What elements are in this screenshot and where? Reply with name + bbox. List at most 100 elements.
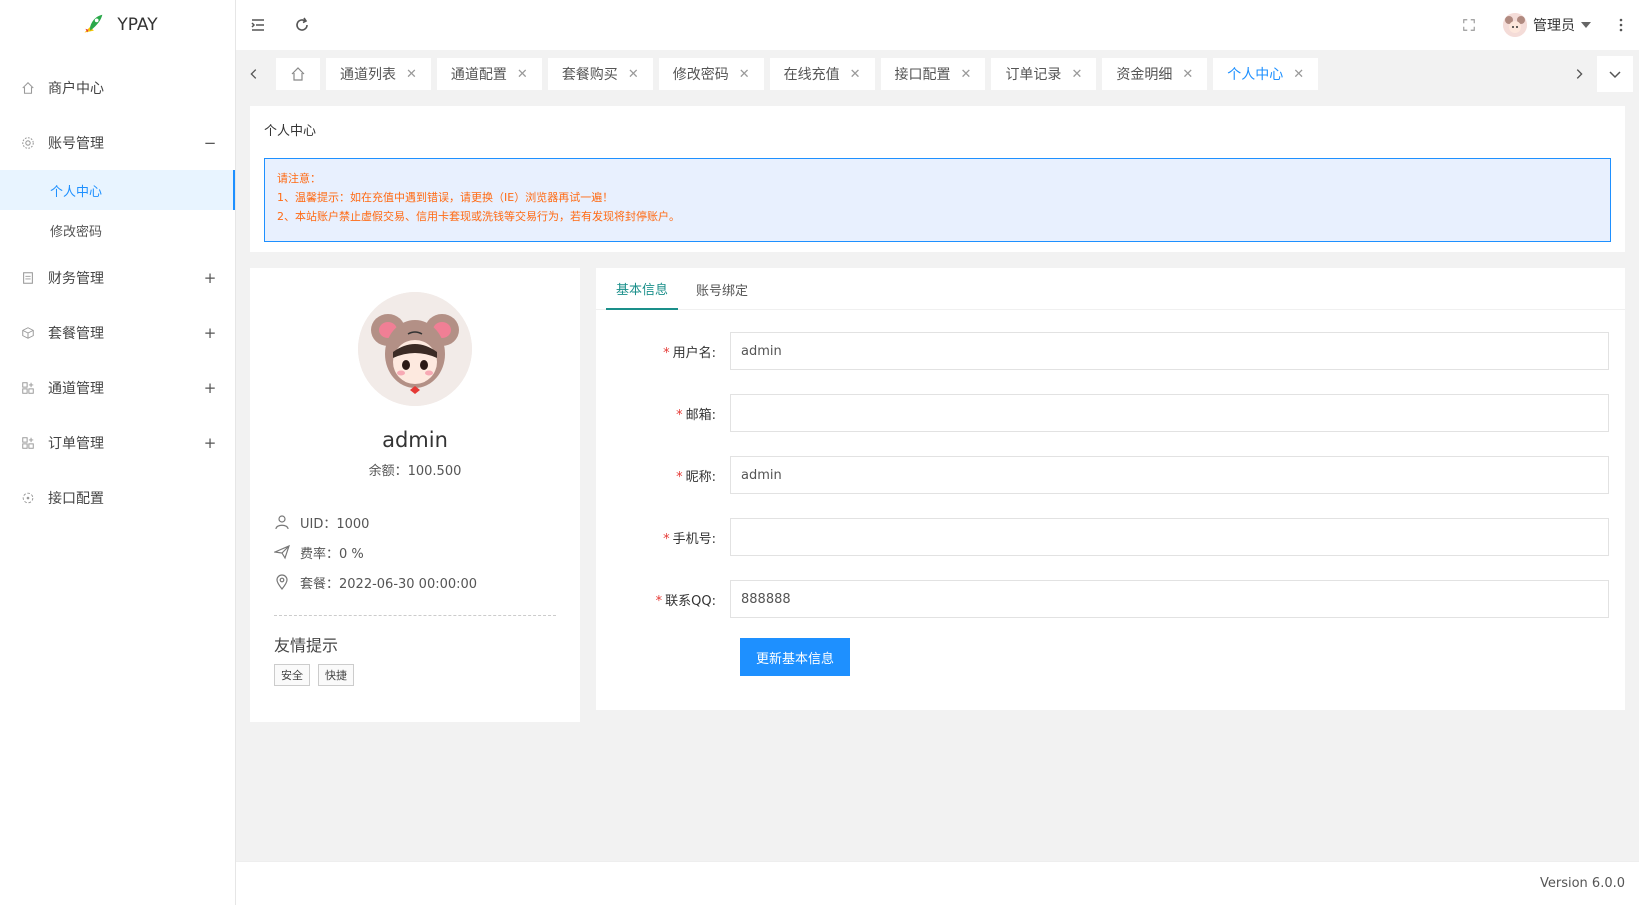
sidebar-item-orders[interactable]: 订单管理 + xyxy=(0,415,235,470)
tab-label: 通道配置 xyxy=(450,67,507,83)
tab-label: 在线充值 xyxy=(783,67,840,83)
page-title: 个人中心 xyxy=(264,124,317,139)
tab-change-password[interactable]: 修改密码 ✕ xyxy=(658,58,764,90)
home-icon xyxy=(20,80,36,96)
tag-safe: 安全 xyxy=(274,664,310,686)
basic-info-form: *用户名: *邮箱: *昵称: *手机号: *联系QQ: xyxy=(596,310,1625,676)
rocket-logo-icon xyxy=(79,11,106,39)
required-mark: * xyxy=(663,531,670,547)
more-button[interactable] xyxy=(1603,0,1639,50)
close-icon[interactable]: ✕ xyxy=(961,67,972,82)
close-icon[interactable]: ✕ xyxy=(850,67,861,82)
expand-icon[interactable]: + xyxy=(203,324,217,342)
profile-balance: 余额：100.500 xyxy=(368,464,462,479)
basic-info-card: 基本信息 账号绑定 *用户名: *邮箱: *昵称: *手机号: xyxy=(596,268,1625,710)
form-row-username: * 用户名: xyxy=(596,320,1609,382)
page-tabs-bar: 通道列表 ✕ 通道配置 ✕ 套餐购买 ✕ 修改密码 ✕ 在线充值 ✕ 接口配置 ✕ 订单记录… xyxy=(236,50,1639,98)
username-field[interactable] xyxy=(730,332,1609,370)
tab-order-records[interactable]: 订单记录 ✕ xyxy=(991,58,1097,90)
form-row-nickname: * 昵称: xyxy=(596,444,1609,506)
close-icon[interactable]: ✕ xyxy=(517,67,528,82)
expand-icon[interactable]: + xyxy=(203,434,217,452)
sidebar-item-channel[interactable]: 通道管理 + xyxy=(0,360,235,415)
close-icon[interactable]: ✕ xyxy=(628,67,639,82)
close-icon[interactable]: ✕ xyxy=(739,67,750,82)
sidebar: YPAY 商户中心 账号管理 − 个人中心 修改密码 财务管理 + 套餐管理 +… xyxy=(0,0,236,905)
footer: Version 6.0.0 xyxy=(236,861,1639,905)
sidebar-item-label: 商户中心 xyxy=(48,80,104,97)
collapse-icon[interactable]: − xyxy=(203,134,217,152)
tab-label: 接口配置 xyxy=(894,67,951,83)
notice-box: 请注意： 1、温馨提示：如在充值中遇到错误，请更换（IE）浏览器再试一遍！ 2、… xyxy=(264,158,1611,242)
menu-fold-icon xyxy=(251,19,264,31)
account-submenu: 个人中心 修改密码 xyxy=(0,170,235,250)
tab-label: 个人中心 xyxy=(1227,67,1284,83)
nickname-field[interactable] xyxy=(730,456,1609,494)
sidebar-item-change-password[interactable]: 修改密码 xyxy=(0,210,235,250)
sidebar-item-account[interactable]: 账号管理 − xyxy=(0,115,235,170)
page-tabs: 通道列表 ✕ 通道配置 ✕ 套餐购买 ✕ 修改密码 ✕ 在线充值 ✕ 接口配置 ✕ 订单记录… xyxy=(272,58,1561,90)
email-field[interactable] xyxy=(730,394,1609,432)
sidebar-item-api-config[interactable]: 接口配置 xyxy=(0,470,235,525)
required-mark: * xyxy=(663,345,670,361)
qq-field[interactable] xyxy=(730,580,1609,618)
tab-channel-config[interactable]: 通道配置 ✕ xyxy=(436,58,542,90)
close-icon[interactable]: ✕ xyxy=(1071,67,1082,82)
phone-field[interactable] xyxy=(730,518,1609,556)
version-text: Version 6.0.0 xyxy=(1539,876,1625,891)
sidebar-menu: 商户中心 账号管理 − 个人中心 修改密码 财务管理 + 套餐管理 + 通道管理… xyxy=(0,60,235,525)
sidebar-item-package[interactable]: 套餐管理 + xyxy=(0,305,235,360)
tab-home[interactable] xyxy=(276,58,320,90)
label-text: 用户名: xyxy=(672,345,716,361)
expand-icon[interactable]: + xyxy=(203,269,217,287)
tabs-dropdown-button[interactable] xyxy=(1597,56,1633,92)
home-icon xyxy=(291,67,305,81)
tab-account-binding[interactable]: 账号绑定 xyxy=(686,268,758,310)
tab-fund-details[interactable]: 资金明细 ✕ xyxy=(1102,58,1208,90)
notice-heading: 请注意： xyxy=(277,172,321,185)
profile-card: admin 余额：100.500 UID：1000 费率：0 % 套餐：2022… xyxy=(250,268,580,722)
form-actions: 更新基本信息 xyxy=(596,638,1609,676)
refresh-button[interactable] xyxy=(280,0,324,50)
brand-name: YPAY xyxy=(117,15,158,35)
expand-icon[interactable]: + xyxy=(203,379,217,397)
tag-fast: 快捷 xyxy=(318,664,354,686)
tab-label: 通道列表 xyxy=(340,67,396,83)
tab-profile[interactable]: 个人中心 ✕ xyxy=(1213,58,1319,90)
brand-logo[interactable]: YPAY xyxy=(0,0,235,50)
tab-package-purchase[interactable]: 套餐购买 ✕ xyxy=(547,58,653,90)
tab-channel-list[interactable]: 通道列表 ✕ xyxy=(326,58,431,90)
more-vertical-icon xyxy=(1619,18,1623,32)
user-menu[interactable]: 管理员 xyxy=(1491,13,1603,37)
tabs-scroll-left-button[interactable] xyxy=(236,56,272,92)
sidebar-item-profile[interactable]: 个人中心 xyxy=(0,170,235,210)
tabs-scroll-right-button[interactable] xyxy=(1561,56,1597,92)
close-icon[interactable]: ✕ xyxy=(1293,67,1304,82)
update-basic-info-button[interactable]: 更新基本信息 xyxy=(740,638,851,676)
tab-basic-info[interactable]: 基本信息 xyxy=(606,268,679,310)
fullscreen-button[interactable] xyxy=(1447,0,1491,50)
menu-collapse-button[interactable] xyxy=(236,0,280,50)
close-icon[interactable]: ✕ xyxy=(406,67,417,82)
sidebar-item-finance[interactable]: 财务管理 + xyxy=(0,250,235,305)
tab-api-config[interactable]: 接口配置 ✕ xyxy=(880,58,986,90)
sidebar-item-label: 账号管理 xyxy=(48,135,104,152)
tab-online-recharge[interactable]: 在线充值 ✕ xyxy=(769,58,875,90)
qq-label: * 联系QQ: xyxy=(596,590,730,609)
profile-uid-row: UID：1000 xyxy=(274,507,556,537)
user-name: 管理员 xyxy=(1533,18,1575,34)
tab-label: 订单记录 xyxy=(1005,67,1062,83)
chevron-down-icon xyxy=(1609,71,1621,79)
sidebar-item-merchant-center[interactable]: 商户中心 xyxy=(0,60,235,115)
chevron-right-icon xyxy=(1576,69,1583,79)
close-icon[interactable]: ✕ xyxy=(1182,67,1193,82)
form-row-phone: * 手机号: xyxy=(596,506,1609,568)
user-icon xyxy=(275,515,289,530)
username-label: * 用户名: xyxy=(596,342,730,361)
label-text: 联系QQ: xyxy=(665,593,716,609)
notice-line: 1、温馨提示：如在充值中遇到错误，请更换（IE）浏览器再试一遍！ xyxy=(277,191,614,204)
sidebar-item-label: 套餐管理 xyxy=(48,325,104,342)
send-icon xyxy=(274,544,290,560)
chevron-left-icon xyxy=(250,69,257,79)
label-text: 手机号: xyxy=(672,531,716,547)
